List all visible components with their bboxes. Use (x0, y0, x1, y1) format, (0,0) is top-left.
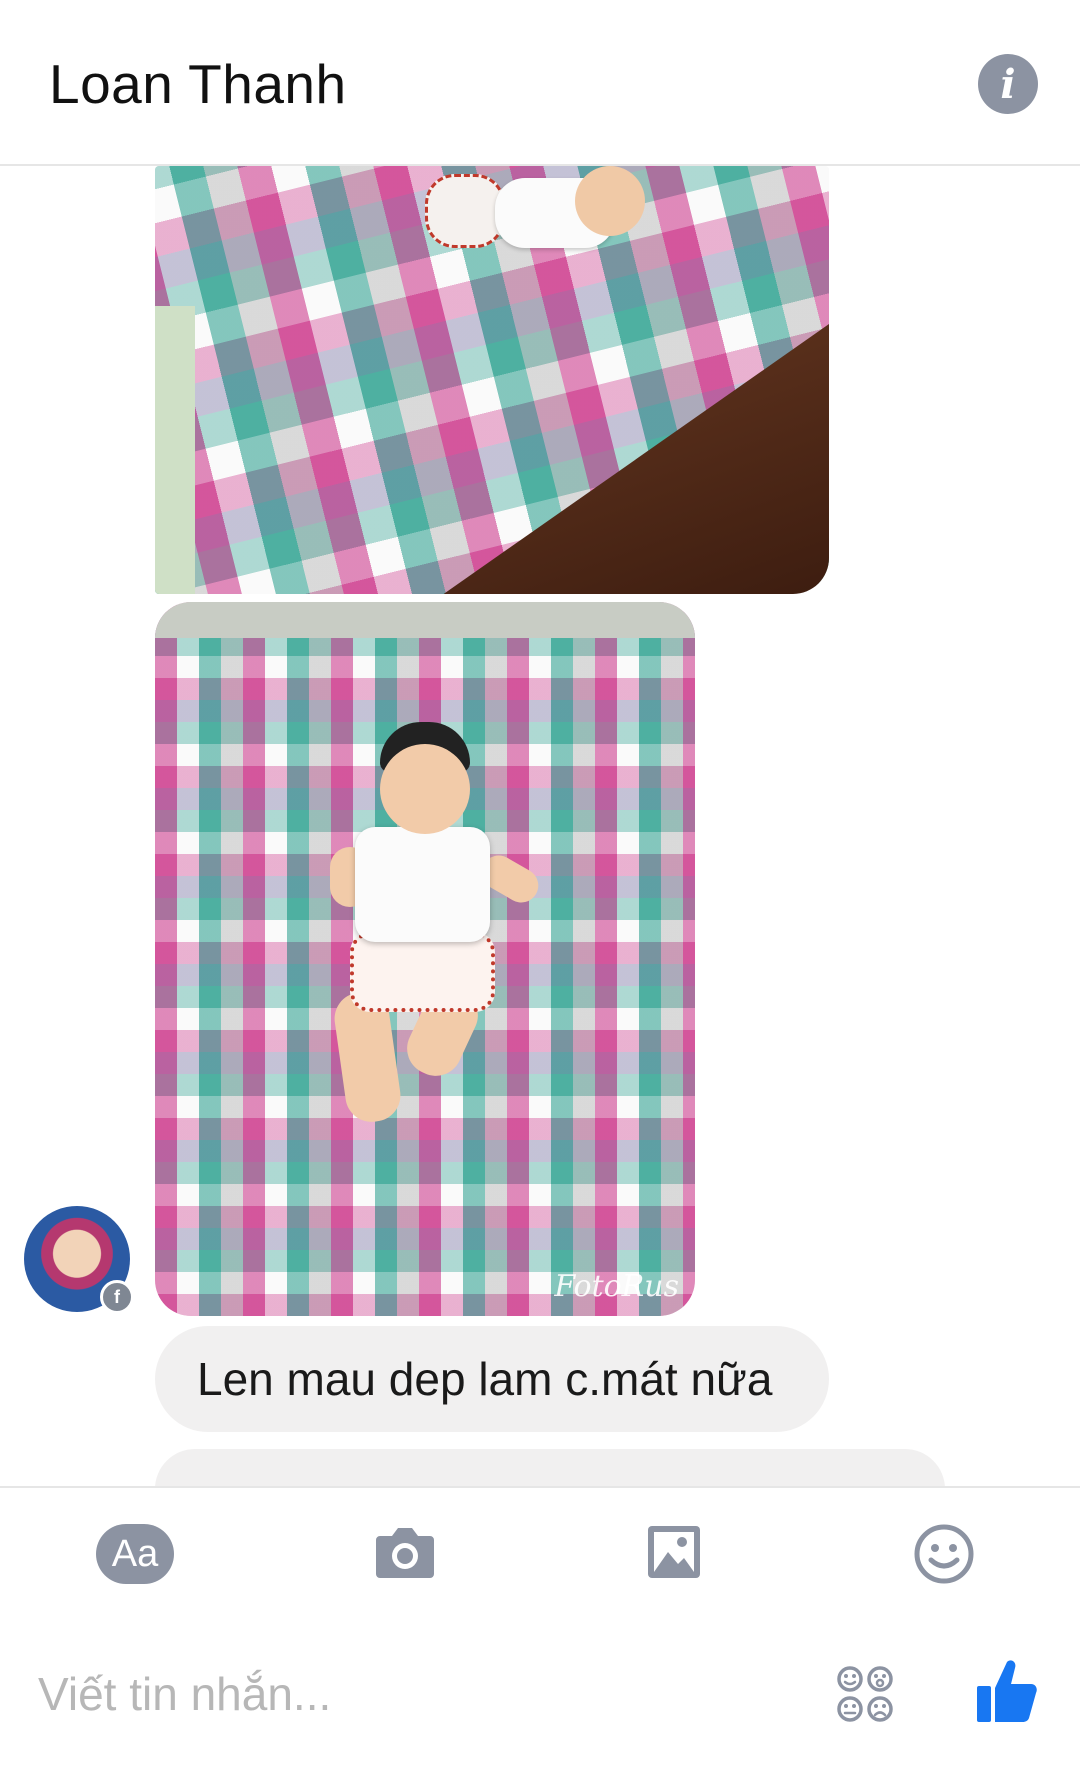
message-bubble-partial[interactable] (155, 1449, 945, 1486)
conversation-header: Loan Thanh i (0, 0, 1080, 166)
baby-image (425, 166, 645, 270)
photo-message[interactable]: FotoRus (155, 602, 695, 1316)
message-text: Len mau dep lam c.mát nữa (197, 1353, 773, 1405)
emoji-icon[interactable] (914, 1524, 974, 1584)
camera-icon[interactable] (374, 1524, 436, 1580)
facebook-badge-icon: f (100, 1280, 134, 1314)
message-composer: Aa (0, 1486, 1080, 1773)
message-bubble[interactable]: Len mau dep lam c.mát nữa (155, 1326, 829, 1432)
baby-image (330, 722, 545, 1142)
like-icon[interactable] (975, 1656, 1039, 1726)
contact-name[interactable]: Loan Thanh (49, 52, 347, 116)
photo-message[interactable] (155, 166, 829, 594)
info-icon[interactable]: i (978, 54, 1038, 114)
message-thread[interactable]: FotoRus f Len mau dep lam c.mát nữa (0, 166, 1080, 1486)
photo-watermark: FotoRus (554, 1269, 679, 1304)
image-icon[interactable] (646, 1524, 702, 1580)
stickers-icon[interactable] (835, 1664, 895, 1724)
aa-label: Aa (111, 1532, 159, 1575)
text-format-icon[interactable]: Aa (96, 1524, 174, 1584)
message-input[interactable] (36, 1658, 800, 1730)
